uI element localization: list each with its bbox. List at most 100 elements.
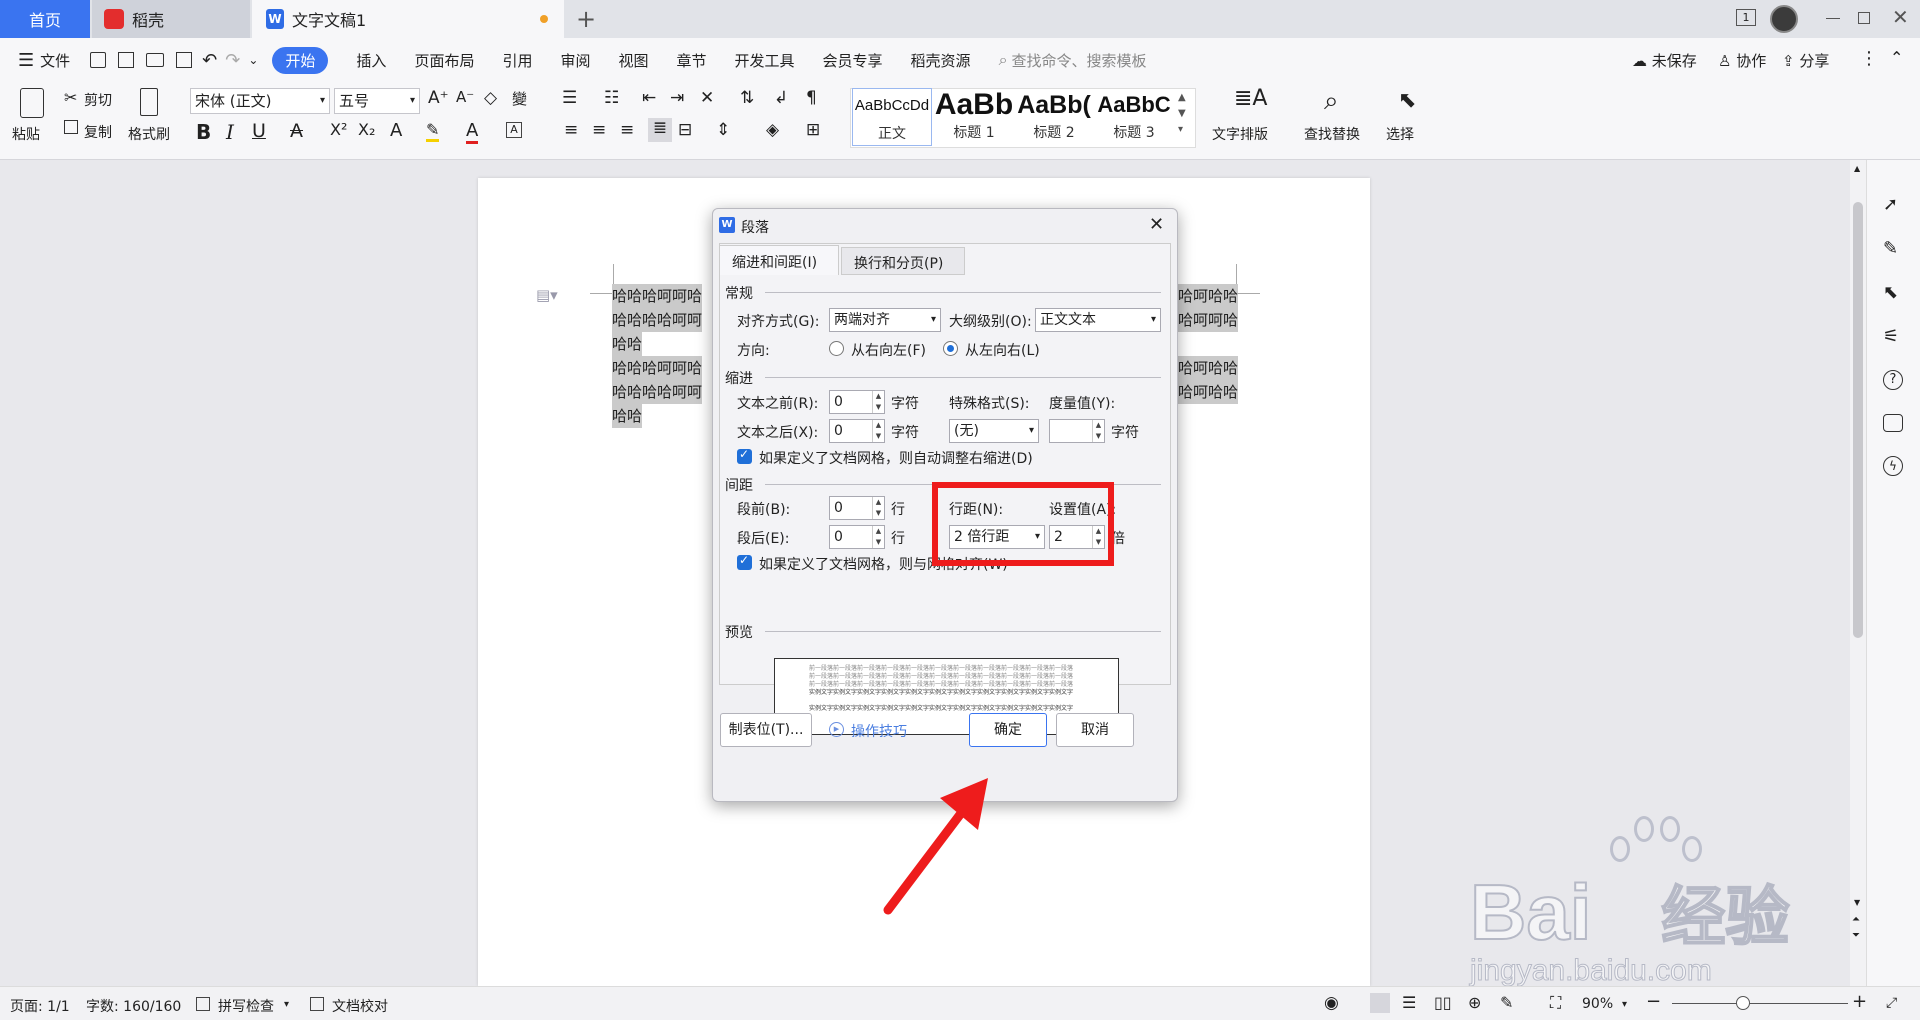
save-icon[interactable]: [90, 52, 107, 68]
clear-format-icon[interactable]: ◇: [484, 88, 497, 108]
operation-tips-link[interactable]: 操作技巧: [851, 721, 907, 741]
fit-page-icon[interactable]: ⛶: [1550, 993, 1561, 1013]
dialog-titlebar[interactable]: W 段落 ✕: [713, 209, 1177, 243]
styles-scroll-icon[interactable]: ▲ ▼ ▾: [1178, 90, 1186, 138]
scrollbar-thumb[interactable]: [1853, 202, 1863, 638]
alignment-select[interactable]: 两端对齐 ▾: [829, 308, 941, 332]
shrink-font-icon[interactable]: A⁻: [456, 88, 474, 106]
vertical-scrollbar[interactable]: ▲ ▼ ⏶ ⏷: [1850, 160, 1866, 986]
char-border-icon[interactable]: A: [506, 122, 522, 138]
tab-indent-spacing[interactable]: 缩进和间距(I): [719, 245, 839, 275]
rtl-radio[interactable]: [829, 341, 844, 356]
minimize-icon[interactable]: [1826, 18, 1840, 19]
align-center-icon[interactable]: ≡: [592, 120, 606, 140]
menu-daoke-resources[interactable]: 稻壳资源: [911, 50, 971, 71]
special-format-select[interactable]: (无) ▾: [949, 419, 1039, 443]
tab-daoke[interactable]: 稻壳: [92, 0, 250, 38]
grid-align-checkbox[interactable]: ✓: [737, 553, 752, 570]
tab-document[interactable]: W 文字文稿1: [252, 0, 564, 38]
read-view-icon[interactable]: ▯▯: [1434, 993, 1452, 1012]
outline-view-icon[interactable]: ☰: [1402, 993, 1416, 1012]
space-after-input[interactable]: 0 ▲ ▼: [829, 525, 885, 549]
print-preview-icon[interactable]: [176, 52, 193, 68]
close-window-icon[interactable]: ✕: [1892, 5, 1909, 29]
cloud-status[interactable]: ☁ 未保存: [1632, 50, 1697, 71]
align-left-icon[interactable]: ≡: [564, 120, 578, 140]
line-spacing-icon[interactable]: ⇕: [716, 120, 730, 140]
menu-insert[interactable]: 插入: [356, 50, 386, 71]
sort-icon[interactable]: ⇅: [740, 88, 754, 108]
menu-reference[interactable]: 引用: [502, 50, 532, 71]
format-painter-button[interactable]: 格式刷: [128, 124, 170, 144]
web-view-icon[interactable]: ⊕: [1468, 993, 1481, 1012]
lightning-icon[interactable]: ϟ: [1883, 456, 1903, 476]
menu-section[interactable]: 章节: [677, 50, 707, 71]
paragraph-handle-icon[interactable]: ▤▾: [536, 286, 558, 304]
ltr-radio[interactable]: [943, 341, 958, 356]
measure-spinner-icon[interactable]: ▲ ▼: [1092, 420, 1104, 442]
menu-review[interactable]: 审阅: [560, 50, 590, 71]
zoom-dropdown-icon[interactable]: ▾: [1622, 999, 1627, 1010]
zoom-slider-handle[interactable]: [1736, 996, 1750, 1010]
menu-page-layout[interactable]: 页面布局: [414, 50, 474, 71]
rocket-icon[interactable]: ➚: [1883, 194, 1905, 216]
proofread-button[interactable]: 文档校对: [332, 996, 388, 1016]
command-search-input[interactable]: 查找命令、搜索模板: [1012, 50, 1147, 71]
cursor-icon[interactable]: ⬉: [1883, 282, 1905, 304]
unit-line-label[interactable]: 行: [891, 499, 905, 519]
collapse-ribbon-icon[interactable]: ⌃: [1890, 48, 1903, 67]
write-view-icon[interactable]: ✎: [1500, 993, 1513, 1012]
pen-icon[interactable]: ✎: [1883, 238, 1905, 260]
share-button[interactable]: ⇪ 分享: [1782, 50, 1829, 71]
unit-char-label[interactable]: 字符: [891, 422, 919, 442]
word-count[interactable]: 字数: 160/160: [86, 996, 181, 1016]
tab-home[interactable]: 首页: [0, 0, 90, 38]
copy-button[interactable]: 复制: [84, 122, 112, 142]
unit-char-label[interactable]: 字符: [891, 393, 919, 413]
select-button[interactable]: 选择: [1386, 124, 1414, 144]
space-before-input[interactable]: 0 ▲ ▼: [829, 496, 885, 520]
paste-icon[interactable]: [20, 88, 44, 118]
hamburger-menu-icon[interactable]: ☰: [18, 50, 34, 71]
page-view-icon[interactable]: [1370, 993, 1390, 1013]
spellcheck-button[interactable]: 拼写检查: [218, 996, 274, 1016]
redo-icon[interactable]: ↷: [225, 50, 240, 71]
bullet-list-icon[interactable]: ☰: [562, 88, 577, 108]
collab-button[interactable]: ♙ 协作: [1718, 50, 1766, 71]
shading-icon[interactable]: ◈: [766, 120, 779, 140]
decrease-indent-icon[interactable]: ⇤: [642, 88, 656, 108]
window-badge-icon[interactable]: 1: [1736, 9, 1756, 26]
cancel-button[interactable]: 取消: [1056, 713, 1134, 747]
font-name-select[interactable]: 宋体 (正文) ▾: [190, 88, 330, 114]
more-options-icon[interactable]: ⋮: [1860, 48, 1878, 69]
dialog-close-icon[interactable]: ✕: [1149, 214, 1164, 235]
align-right-icon[interactable]: ≡: [620, 120, 634, 140]
user-avatar[interactable]: [1770, 5, 1798, 33]
next-page-icon[interactable]: ⏷: [1852, 930, 1860, 941]
style-normal[interactable]: AaBbCcDd 正文: [852, 88, 932, 146]
style-heading1[interactable]: AaBb 标题 1: [934, 88, 1014, 146]
unit-char-label[interactable]: 字符: [1111, 422, 1139, 442]
quick-access-dropdown-icon[interactable]: ⌄: [248, 53, 258, 67]
italic-icon[interactable]: I: [226, 120, 234, 144]
style-heading2[interactable]: AaBb( 标题 2: [1014, 88, 1094, 146]
font-size-select[interactable]: 五号 ▾: [334, 88, 420, 114]
borders-icon[interactable]: ⊞: [806, 120, 820, 140]
phonetic-icon[interactable]: 變: [512, 88, 527, 109]
numbered-list-icon[interactable]: ☷: [604, 88, 619, 108]
tab-line-page-break[interactable]: 换行和分页(P): [841, 247, 965, 275]
justify-icon[interactable]: ≣: [648, 118, 672, 142]
text-layout-button[interactable]: 文字排版: [1212, 124, 1268, 144]
prev-page-icon[interactable]: ⏶: [1852, 914, 1860, 925]
subscript-icon[interactable]: X₂: [358, 120, 375, 139]
outline-level-select[interactable]: 正文文本 ▾: [1035, 308, 1161, 332]
menu-member[interactable]: 会员专享: [823, 50, 883, 71]
scroll-up-icon[interactable]: ▲: [1854, 164, 1860, 173]
export-pdf-icon[interactable]: [118, 52, 135, 68]
ok-button[interactable]: 确定: [969, 713, 1047, 747]
font-color-icon[interactable]: A: [466, 120, 479, 144]
paragraph-mark-icon[interactable]: ¶: [806, 88, 817, 108]
unit-line-label[interactable]: 行: [891, 528, 905, 548]
space-after-spinner-icon[interactable]: ▲ ▼: [872, 526, 884, 548]
zoom-in-icon[interactable]: +: [1852, 991, 1867, 1012]
